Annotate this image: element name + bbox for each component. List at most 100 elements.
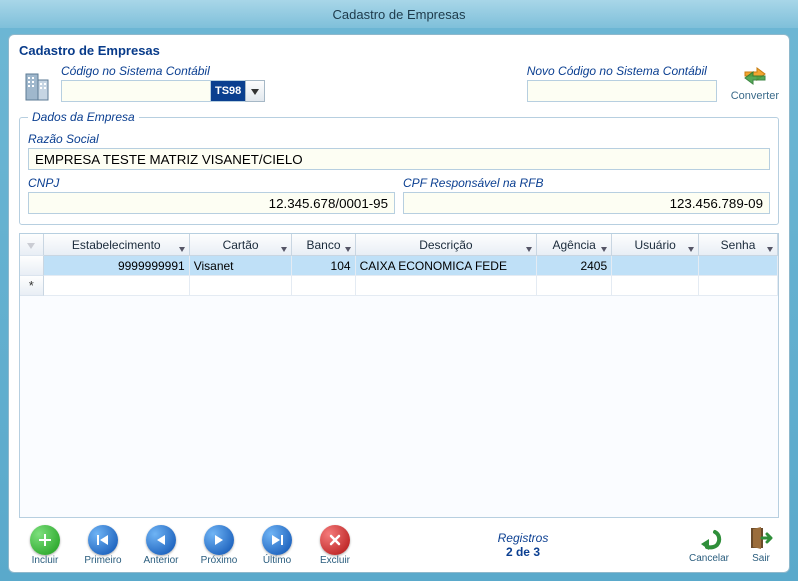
- previous-icon: [146, 525, 176, 555]
- new-row-marker[interactable]: *: [20, 276, 44, 296]
- panel-title: Cadastro de Empresas: [17, 41, 781, 64]
- grid-corner-cell[interactable]: [20, 234, 44, 256]
- sair-button[interactable]: Sair: [747, 526, 775, 564]
- col-header-descricao[interactable]: Descrição: [356, 234, 538, 256]
- triangle-down-icon: [27, 238, 35, 252]
- primeiro-button[interactable]: Primeiro: [81, 525, 125, 566]
- anterior-button[interactable]: Anterior: [139, 525, 183, 566]
- next-icon: [204, 525, 234, 555]
- row-selector[interactable]: [20, 256, 44, 276]
- cancelar-button[interactable]: Cancelar: [689, 526, 729, 564]
- col-header-agencia[interactable]: Agência: [537, 234, 612, 256]
- cell-cartao[interactable]: Visanet: [190, 256, 293, 276]
- col-header-label: Agência: [552, 238, 595, 252]
- razao-social-input[interactable]: [28, 148, 770, 170]
- codigo-input[interactable]: [61, 80, 211, 102]
- col-header-banco[interactable]: Banco: [292, 234, 355, 256]
- sort-icon: [767, 242, 773, 256]
- nav-label: Excluir: [320, 555, 350, 566]
- table-new-row[interactable]: *: [20, 276, 778, 296]
- cnpj-input[interactable]: [28, 192, 395, 214]
- action-label: Cancelar: [689, 553, 729, 564]
- col-header-senha[interactable]: Senha: [699, 234, 778, 256]
- nav-label: Incluir: [32, 555, 59, 566]
- client-area: Cadastro de Empresas Código no Sistema C…: [8, 34, 790, 573]
- sort-icon: [179, 242, 185, 256]
- cell-empty[interactable]: [699, 276, 778, 296]
- converter-button[interactable]: Converter: [731, 65, 779, 102]
- cell-usuario[interactable]: [612, 256, 699, 276]
- sort-icon: [601, 242, 607, 256]
- novo-codigo-input[interactable]: [527, 80, 717, 102]
- cell-empty[interactable]: [356, 276, 538, 296]
- col-header-label: Cartão: [223, 238, 259, 252]
- cnpj-label: CNPJ: [28, 176, 395, 190]
- converter-label: Converter: [731, 90, 779, 102]
- nav-label: Último: [263, 555, 291, 566]
- incluir-button[interactable]: Incluir: [23, 525, 67, 566]
- codigo-label: Código no Sistema Contábil: [61, 64, 265, 78]
- cnpj-col: CNPJ: [28, 176, 395, 214]
- sort-icon: [345, 242, 351, 256]
- last-icon: [262, 525, 292, 555]
- excluir-button[interactable]: Excluir: [313, 525, 357, 566]
- cell-agencia[interactable]: 2405: [537, 256, 612, 276]
- asterisk-icon: *: [29, 279, 34, 292]
- cell-empty[interactable]: [612, 276, 699, 296]
- window-titlebar: Cadastro de Empresas: [0, 0, 798, 28]
- cell-banco[interactable]: 104: [292, 256, 355, 276]
- codigo-badge: TS98: [211, 80, 245, 102]
- col-header-cartao[interactable]: Cartão: [190, 234, 293, 256]
- registros-count: 2 de 3: [357, 545, 689, 559]
- dados-fieldset: Dados da Empresa Razão Social CNPJ CPF R…: [19, 110, 779, 225]
- cell-empty[interactable]: [292, 276, 355, 296]
- col-header-usuario[interactable]: Usuário: [612, 234, 699, 256]
- cell-empty[interactable]: [44, 276, 190, 296]
- cnpj-cpf-row: CNPJ CPF Responsável na RFB: [28, 176, 770, 214]
- cell-estabelecimento[interactable]: 9999999991: [44, 256, 190, 276]
- cell-empty[interactable]: [537, 276, 612, 296]
- ultimo-button[interactable]: Último: [255, 525, 299, 566]
- window-title: Cadastro de Empresas: [333, 7, 466, 22]
- sort-icon: [688, 242, 694, 256]
- codigo-field-block: Código no Sistema Contábil TS98: [61, 64, 265, 102]
- nav-label: Anterior: [143, 555, 178, 566]
- grid-header: Estabelecimento Cartão Banco Descrição A…: [20, 234, 778, 256]
- proximo-button[interactable]: Próximo: [197, 525, 241, 566]
- dados-legend: Dados da Empresa: [28, 110, 139, 124]
- company-building-icon: [19, 66, 55, 102]
- cpf-input[interactable]: [403, 192, 770, 214]
- cell-descricao[interactable]: CAIXA ECONOMICA FEDE: [356, 256, 538, 276]
- table-row[interactable]: 9999999991 Visanet 104 CAIXA ECONOMICA F…: [20, 256, 778, 276]
- razao-label: Razão Social: [28, 132, 770, 146]
- col-header-label: Banco: [306, 238, 340, 252]
- cell-senha[interactable]: [699, 256, 778, 276]
- col-header-estabelecimento[interactable]: Estabelecimento: [44, 234, 190, 256]
- nav-button-group: Incluir Primeiro Anterior: [23, 525, 357, 566]
- nav-label: Primeiro: [84, 555, 121, 566]
- plus-icon: [30, 525, 60, 555]
- novo-codigo-field-block: Novo Código no Sistema Contábil: [527, 64, 717, 102]
- razao-row: Razão Social: [28, 132, 770, 170]
- exit-door-icon: [747, 526, 775, 553]
- delete-x-icon: [320, 525, 350, 555]
- col-header-label: Usuário: [634, 238, 675, 252]
- grid-body: 9999999991 Visanet 104 CAIXA ECONOMICA F…: [20, 256, 778, 517]
- col-header-label: Descrição: [419, 238, 472, 252]
- col-header-label: Senha: [721, 238, 756, 252]
- sort-icon: [526, 242, 532, 256]
- cell-empty[interactable]: [190, 276, 293, 296]
- novo-codigo-label: Novo Código no Sistema Contábil: [527, 64, 717, 78]
- bottom-bar: Incluir Primeiro Anterior: [17, 518, 781, 568]
- nav-label: Próximo: [201, 555, 238, 566]
- codigo-combo: TS98: [61, 80, 265, 102]
- right-actions: Cancelar Sair: [689, 526, 775, 564]
- codigo-dropdown-button[interactable]: [245, 80, 265, 102]
- registros-display: Registros 2 de 3: [357, 531, 689, 559]
- first-icon: [88, 525, 118, 555]
- undo-arrow-icon: [695, 526, 723, 553]
- registros-label: Registros: [357, 531, 689, 545]
- col-header-label: Estabelecimento: [72, 238, 161, 252]
- cpf-col: CPF Responsável na RFB: [403, 176, 770, 214]
- top-row: Código no Sistema Contábil TS98 Novo Cód…: [17, 64, 781, 110]
